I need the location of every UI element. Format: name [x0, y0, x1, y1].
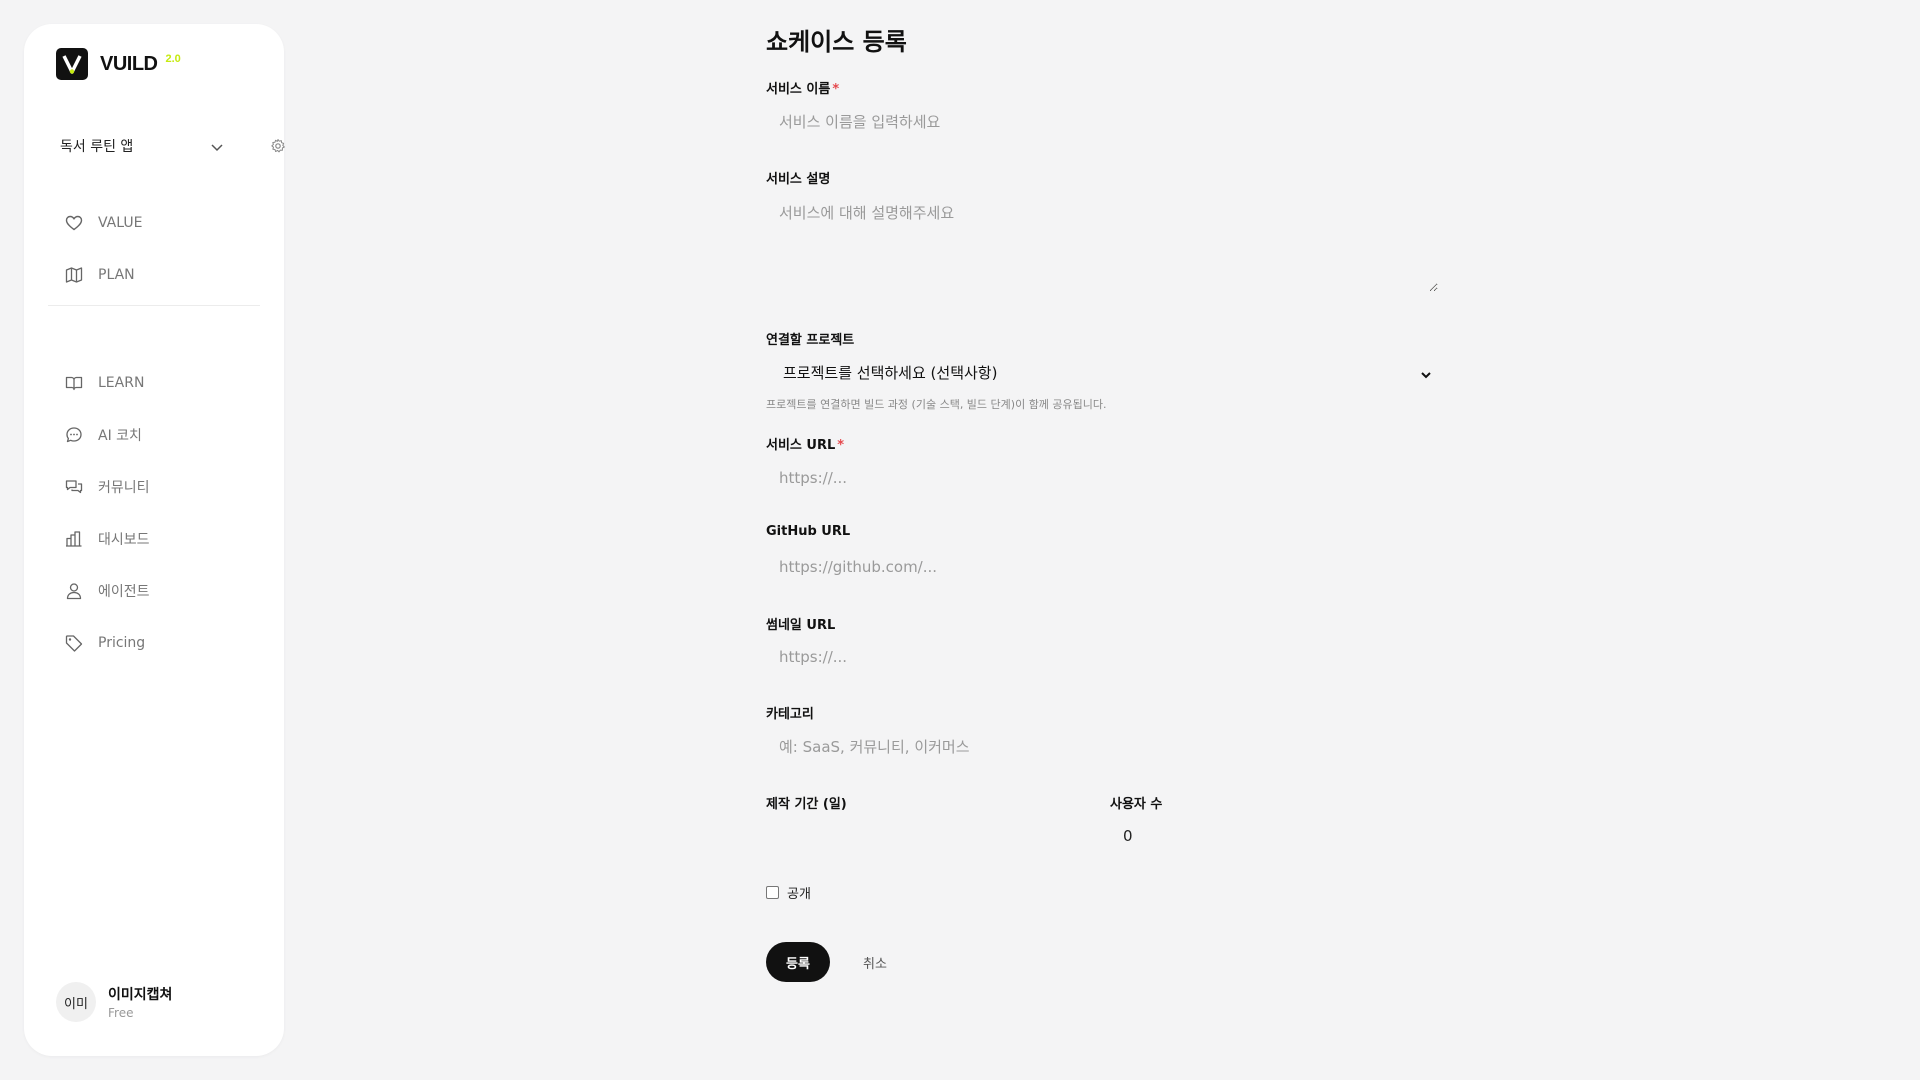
public-label: 공개: [787, 887, 811, 902]
thumbnail-url-input[interactable]: [766, 637, 1438, 677]
chat-bubble-icon: [64, 425, 84, 445]
service-name-label-text: 서비스 이름: [766, 82, 831, 97]
user-count-input[interactable]: [1110, 816, 1440, 856]
nav-item-label: AI 코치: [98, 428, 142, 444]
project-help-text: 프로젝트를 연결하면 빌드 과정 (기술 스택, 빌드 단계)이 함께 공유됩니…: [766, 398, 1107, 411]
book-icon: [64, 373, 84, 393]
user-meta: 이미지캡쳐 Free: [108, 984, 172, 1020]
thumbnail-url-label: 썸네일 URL: [766, 618, 836, 633]
chevron-down-icon[interactable]: [210, 139, 224, 158]
nav-item-plan[interactable]: PLAN: [48, 249, 260, 301]
user-name: 이미지캡쳐: [108, 987, 173, 1003]
logo-version: 2.0: [165, 53, 181, 65]
chevron-down-icon: [1420, 366, 1432, 385]
category-label: 카테고리: [766, 707, 814, 722]
category-input[interactable]: [766, 727, 1438, 767]
service-name-label: 서비스 이름 *: [766, 78, 839, 97]
heart-icon: [64, 213, 84, 233]
nav-item-label: 대시보드: [98, 532, 150, 548]
service-desc-label: 서비스 설명: [766, 172, 831, 187]
bar-chart-icon: [64, 529, 84, 549]
logo-text: VUILD: [100, 52, 158, 75]
project-select[interactable]: 프로젝트를 선택하세요 (선택사항): [766, 356, 1438, 388]
sidebar: VUILD 2.0 독서 루틴 앱 VALUE PLAN LEARN AI 코치…: [24, 24, 285, 1056]
nav-item-label: PLAN: [98, 267, 135, 283]
user-profile[interactable]: 이미 이미지캡쳐 Free: [56, 982, 172, 1022]
tag-icon: [64, 633, 84, 653]
nav-bottom: LEARN AI 코치 커뮤니티 대시보드 에이전트 Pricing: [48, 357, 260, 669]
sidebar-divider: [48, 305, 260, 306]
nav-item-value[interactable]: VALUE: [48, 197, 260, 249]
service-url-label-text: 서비스 URL: [766, 438, 836, 453]
required-mark: *: [837, 438, 845, 453]
submit-button[interactable]: 등록: [766, 942, 830, 982]
github-url-input[interactable]: [766, 547, 1438, 587]
project-selector[interactable]: 독서 루틴 앱: [60, 132, 285, 160]
project-label: 연결할 프로젝트: [766, 333, 855, 348]
user-count-label: 사용자 수: [1110, 797, 1163, 812]
project-name: 독서 루틴 앱: [60, 139, 134, 155]
service-name-input[interactable]: [766, 102, 1438, 142]
logo[interactable]: VUILD 2.0: [56, 48, 181, 80]
logo-mark-icon: [56, 48, 88, 80]
user-plan: Free: [108, 1006, 134, 1020]
nav-item-label: Pricing: [98, 635, 146, 651]
duration-input[interactable]: [766, 816, 1096, 856]
nav-item-learn[interactable]: LEARN: [48, 357, 260, 409]
chat-bubbles-icon: [64, 477, 84, 497]
nav-item-label: LEARN: [98, 375, 145, 391]
service-desc-textarea[interactable]: [766, 192, 1438, 292]
github-url-label: GitHub URL: [766, 524, 851, 539]
nav-item-label: 커뮤니티: [98, 480, 150, 496]
person-icon: [64, 581, 84, 601]
public-checkbox[interactable]: [766, 886, 779, 899]
service-url-label: 서비스 URL *: [766, 434, 844, 453]
nav-item-ai-coach[interactable]: AI 코치: [48, 409, 260, 461]
public-toggle[interactable]: 공개: [766, 883, 811, 902]
nav-item-dashboard[interactable]: 대시보드: [48, 513, 260, 565]
project-select-value: 프로젝트를 선택하세요 (선택사항): [783, 364, 998, 382]
nav-item-community[interactable]: 커뮤니티: [48, 461, 260, 513]
map-icon: [64, 265, 84, 285]
nav-item-label: VALUE: [98, 215, 143, 231]
nav-item-label: 에이전트: [98, 584, 150, 600]
service-url-input[interactable]: [766, 458, 1438, 498]
gear-icon[interactable]: [270, 138, 286, 158]
cancel-button[interactable]: 취소: [844, 942, 906, 982]
nav-top: VALUE PLAN: [48, 197, 260, 301]
duration-label: 제작 기간 (일): [766, 797, 847, 812]
avatar: 이미: [56, 982, 96, 1022]
nav-item-agent[interactable]: 에이전트: [48, 565, 260, 617]
nav-item-pricing[interactable]: Pricing: [48, 617, 260, 669]
required-mark: *: [832, 82, 840, 97]
page-title: 쇼케이스 등록: [766, 28, 907, 56]
